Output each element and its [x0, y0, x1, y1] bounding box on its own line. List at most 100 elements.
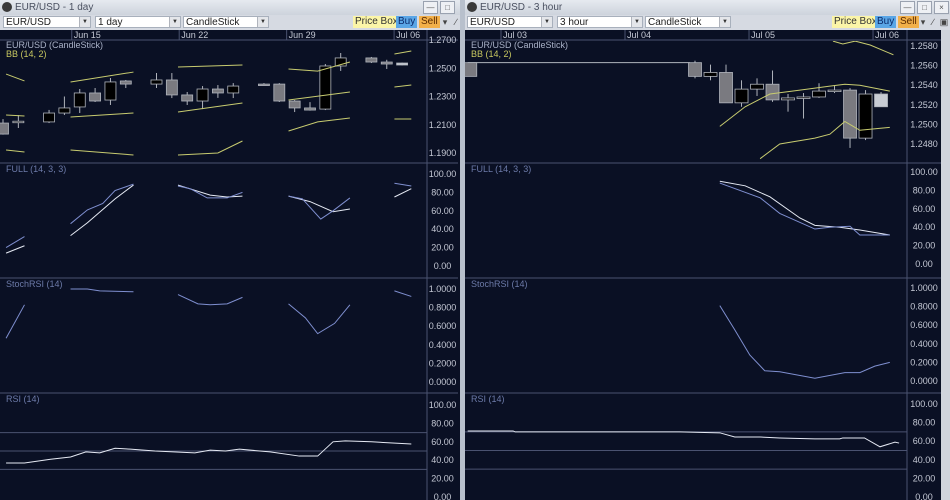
price-tick-label: 1.2500 [910, 119, 938, 129]
full-tick-label: 0.00 [434, 261, 452, 271]
price-tick-label: 1.2480 [910, 139, 938, 149]
full-tick-label: 40.00 [913, 222, 936, 232]
candle-up [104, 81, 117, 101]
candle-up [58, 107, 71, 114]
price-tick-label: 1.2700 [429, 35, 457, 45]
chart-window-3hour: EUR/USD - 3 hour — □ × EUR/USD ▼ 3 hour ▼ … [465, 0, 950, 500]
full-tick-label: 100.00 [429, 169, 457, 179]
date-label: Jul 03 [503, 30, 527, 40]
rsi-tick-label: 100.00 [429, 400, 457, 410]
date-label: Jun 29 [289, 30, 316, 40]
candle-up [812, 90, 826, 98]
candle-down [273, 83, 286, 102]
candle-down [288, 100, 301, 109]
price-tick-label: 1.2100 [429, 120, 457, 130]
candle-down [304, 107, 316, 111]
rsi-title: RSI (14) [6, 394, 40, 404]
candle-up [43, 112, 55, 123]
candle-down [258, 83, 270, 86]
stochrsi-tick-label: 0.2000 [429, 358, 457, 368]
candle-down [396, 62, 409, 66]
price-tick-label: 1.2540 [910, 80, 938, 90]
rsi-title: RSI (14) [471, 394, 505, 404]
full-tick-label: 80.00 [913, 185, 936, 195]
vertical-scrollbar[interactable] [941, 30, 950, 500]
candle-down [165, 79, 178, 96]
candle-up [796, 96, 811, 99]
candle-down [0, 122, 9, 135]
stochrsi-tick-label: 1.0000 [910, 283, 938, 293]
candle-up [858, 93, 873, 139]
bb-label: BB (14, 2) [6, 49, 47, 59]
stochrsi-tick-label: 1.0000 [429, 284, 457, 294]
full-tick-label: 20.00 [431, 243, 454, 253]
rsi-tick-label: 0.00 [915, 492, 933, 500]
date-label: Jul 06 [875, 30, 899, 40]
stochrsi-tick-label: 0.8000 [910, 302, 938, 312]
stochrsi-tick-label: 0.4000 [910, 339, 938, 349]
candle-up [12, 120, 25, 124]
candle-up [196, 88, 209, 102]
date-label: Jul 04 [627, 30, 651, 40]
candle-up [703, 72, 718, 77]
price-tick-label: 1.2300 [429, 92, 457, 102]
chart-window-daily: EUR/USD - 1 day — □ EUR/USD ▼ 1 day ▼ Cand… [0, 0, 460, 500]
candle-up [781, 97, 795, 101]
rsi-tick-label: 20.00 [431, 474, 454, 484]
date-label: Jul 06 [396, 30, 420, 40]
rsi-tick-label: 80.00 [431, 418, 454, 428]
candle-down [765, 83, 780, 101]
candle-up [319, 65, 332, 110]
full-tick-label: 0.00 [915, 259, 933, 269]
candle-down [465, 62, 478, 77]
price-tick-label: 1.2560 [910, 61, 938, 71]
price-tick-label: 1.2520 [910, 100, 938, 110]
candle-up [227, 85, 240, 94]
bb-label: BB (14, 2) [471, 49, 512, 59]
stochrsi-tick-label: 0.0000 [910, 376, 938, 386]
rsi-tick-label: 40.00 [431, 455, 454, 465]
candle-up [73, 92, 86, 108]
rsi-tick-label: 40.00 [913, 455, 936, 465]
stochrsi-tick-label: 0.0000 [429, 377, 457, 387]
candle-down [688, 62, 702, 77]
rsi-tick-label: 80.00 [913, 418, 936, 428]
chart-canvas[interactable]: Jul 03 Jul 04 Jul 05 Jul 06 1.2580 1.2560 1.25… [465, 0, 950, 500]
candle-down [380, 61, 393, 65]
full-tick-label: 20.00 [913, 241, 936, 251]
rsi-tick-label: 0.00 [434, 492, 452, 500]
rsi-tick-label: 20.00 [913, 473, 936, 483]
stochrsi-tick-label: 0.8000 [429, 303, 457, 313]
candle-down [211, 88, 224, 94]
candle-down [181, 94, 194, 102]
full-tick-label: 60.00 [431, 206, 454, 216]
stochrsi-tick-label: 0.4000 [429, 340, 457, 350]
rsi-tick-label: 60.00 [431, 437, 454, 447]
candle-down [843, 89, 857, 139]
candle-up [734, 88, 749, 104]
candle-up [150, 79, 163, 85]
full-title: FULL (14, 3, 3) [6, 164, 66, 174]
full-tick-label: 80.00 [431, 187, 454, 197]
candle-up [827, 89, 842, 92]
full-tick-label: 100.00 [910, 167, 938, 177]
stochrsi-tick-label: 0.6000 [429, 321, 457, 331]
rsi-tick-label: 60.00 [913, 436, 936, 446]
full-tick-label: 40.00 [431, 224, 454, 234]
stochrsi-tick-label: 0.6000 [910, 320, 938, 330]
candle-down [119, 80, 132, 85]
chart-background [0, 30, 458, 500]
candle-up [750, 83, 764, 90]
candle-down [365, 57, 378, 63]
price-tick-label: 1.2500 [429, 63, 457, 73]
stochrsi-title: StochRSI (14) [471, 279, 528, 289]
candle-down [874, 93, 888, 108]
date-label: Jun 22 [181, 30, 208, 40]
price-tick-label: 1.2580 [910, 41, 938, 51]
stochrsi-title: StochRSI (14) [6, 279, 63, 289]
stochrsi-tick-label: 0.2000 [910, 357, 938, 367]
full-title: FULL (14, 3, 3) [471, 164, 531, 174]
candle-down [89, 92, 101, 102]
date-label: Jul 05 [751, 30, 775, 40]
chart-canvas[interactable]: Jun 15 Jun 22 Jun 29 Jul 06 1.2700 1.2500 1.23… [0, 0, 460, 500]
